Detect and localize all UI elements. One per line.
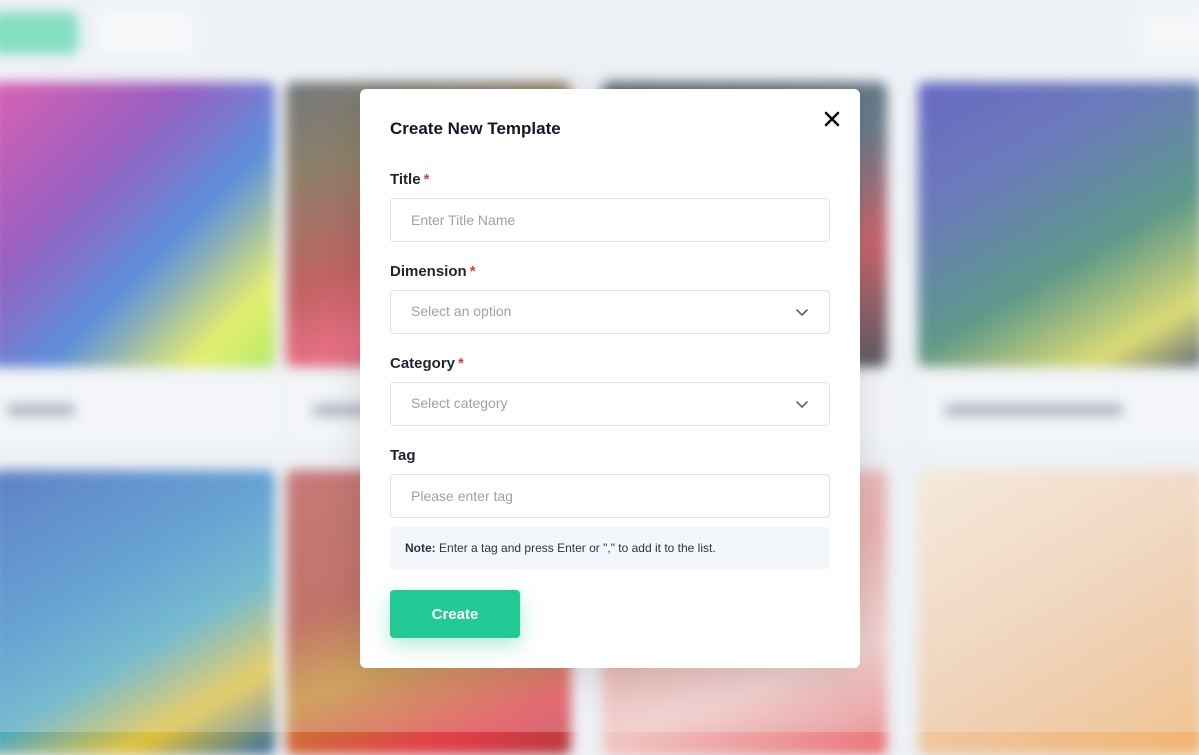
category-label: Category * bbox=[390, 355, 464, 372]
dimension-select[interactable]: Select an option bbox=[390, 290, 830, 334]
dimension-label-text: Dimension bbox=[390, 263, 467, 280]
required-mark: * bbox=[458, 355, 464, 372]
tag-label-text: Tag bbox=[390, 447, 416, 464]
create-button[interactable]: Create bbox=[390, 590, 520, 638]
close-button[interactable] bbox=[822, 109, 842, 129]
chevron-down-icon bbox=[796, 401, 808, 408]
close-icon bbox=[824, 111, 840, 127]
create-template-modal: Create New Template Title* Dimension* Se… bbox=[360, 89, 860, 668]
chevron-down-icon bbox=[796, 309, 808, 316]
note-text: Enter a tag and press Enter or "," to ad… bbox=[439, 541, 716, 555]
category-select-value: Select category bbox=[411, 395, 508, 411]
title-input[interactable] bbox=[391, 199, 829, 241]
tag-label: Tag bbox=[390, 447, 416, 464]
tag-note: Note: Enter a tag and press Enter or ","… bbox=[390, 527, 830, 569]
required-mark: * bbox=[469, 263, 476, 280]
note-text-line: Note: Enter a tag and press Enter or ","… bbox=[405, 541, 716, 555]
tag-field bbox=[390, 474, 830, 518]
dimension-select-value: Select an option bbox=[411, 303, 512, 319]
required-mark: * bbox=[423, 171, 430, 188]
note-label: Note: bbox=[405, 541, 436, 555]
title-field bbox=[390, 198, 830, 242]
dimension-label: Dimension * bbox=[390, 263, 476, 280]
tag-input[interactable] bbox=[391, 475, 829, 517]
category-select[interactable]: Select category bbox=[390, 382, 830, 426]
title-label: Title * bbox=[390, 171, 429, 188]
modal-title: Create New Template bbox=[390, 119, 561, 138]
title-label-text: Title bbox=[390, 171, 421, 188]
category-label-text: Category bbox=[390, 355, 456, 372]
